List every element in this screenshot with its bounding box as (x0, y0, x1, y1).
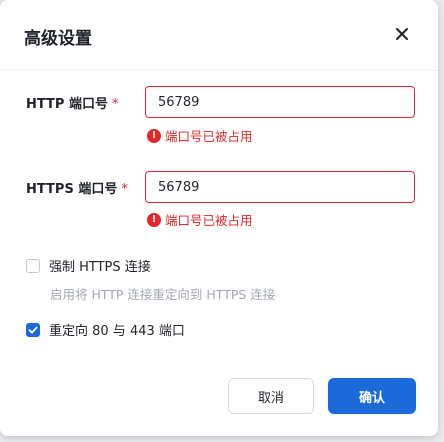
https-port-input[interactable] (145, 171, 415, 203)
force-https-label: 强制 HTTPS 连接 (49, 260, 151, 275)
force-https-checkbox[interactable] (26, 258, 40, 273)
redirect-ports-checkbox-row[interactable]: 重定向 80 与 443 端口 (26, 320, 185, 339)
header-divider (0, 70, 438, 71)
required-mark: * (111, 97, 119, 112)
dialog-title: 高级设置 (24, 29, 92, 49)
dialog-header: 高级设置 (0, 0, 438, 70)
error-icon: ! (147, 128, 161, 143)
close-icon[interactable] (394, 26, 410, 42)
check-icon (28, 326, 38, 333)
http-port-input[interactable] (145, 86, 415, 118)
force-https-hint: 启用将 HTTP 连接重定向到 HTTPS 连接 (50, 287, 276, 302)
redirect-ports-label: 重定向 80 与 443 端口 (49, 324, 185, 339)
advanced-settings-dialog: 高级设置 HTTP 端口号* ! 端口号已被占用 HTTPS 端口号* ! 端口… (0, 0, 438, 436)
redirect-ports-checkbox[interactable] (26, 322, 40, 337)
https-port-error-text: 端口号已被占用 (165, 213, 253, 228)
http-port-error: ! 端口号已被占用 (147, 126, 253, 145)
force-https-checkbox-row[interactable]: 强制 HTTPS 连接 (26, 256, 151, 275)
https-port-error: ! 端口号已被占用 (147, 210, 253, 229)
error-icon: ! (147, 212, 161, 227)
cancel-button[interactable]: 取消 (228, 378, 314, 414)
http-port-label-text: HTTP 端口号 (26, 97, 108, 112)
required-mark: * (121, 182, 128, 197)
confirm-button[interactable]: 确认 (328, 378, 416, 414)
https-port-label: HTTPS 端口号 * (26, 178, 128, 197)
https-port-label-text: HTTPS 端口号 (26, 182, 118, 197)
http-port-error-text: 端口号已被占用 (165, 129, 253, 144)
http-port-label: HTTP 端口号 * (26, 93, 118, 112)
